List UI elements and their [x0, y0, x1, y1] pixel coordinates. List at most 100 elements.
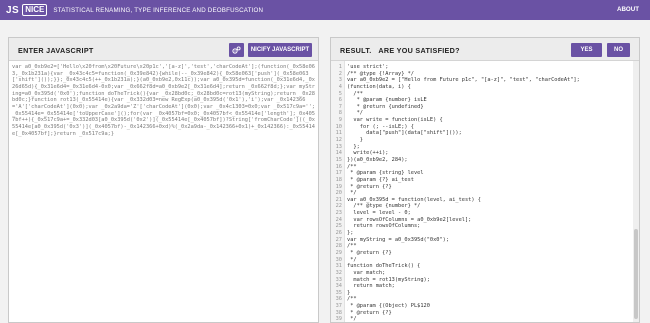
- line-number: 38: [335, 309, 342, 316]
- line-number: 18: [335, 176, 342, 183]
- code-line: 7 * @return {undefined}: [331, 104, 639, 111]
- nicify-button[interactable]: NICIFY JAVASCRIPT: [248, 43, 312, 57]
- code-line: 37 * @param {(Object) PL$120: [331, 303, 639, 310]
- code-text: data["push"](data["shift"]());: [347, 130, 462, 137]
- code-text: write(++i);: [347, 150, 389, 157]
- code-text: match = rot13(myString);: [347, 276, 430, 283]
- code-line: 15 })(a0_0xb9e2, 284);: [331, 157, 639, 164]
- code-text: }: [347, 289, 351, 296]
- yes-button[interactable]: YES: [571, 43, 602, 57]
- code-text: * @return {?}: [347, 309, 392, 316]
- code-text: 'use strict';: [347, 64, 389, 70]
- line-number: 36: [335, 296, 342, 303]
- line-number: 23: [335, 210, 342, 217]
- result-title: RESULT.: [340, 46, 372, 55]
- line-number: 19: [335, 183, 342, 190]
- code-line: 31 function doTheTrick() {: [331, 263, 639, 270]
- line-number: 33: [335, 276, 342, 283]
- code-text: }: [347, 137, 363, 144]
- line-number: 31: [335, 263, 342, 270]
- code-text: /**: [347, 296, 357, 303]
- code-line: 4 (function(data, i) {: [331, 84, 639, 91]
- line-number: 39: [335, 316, 342, 322]
- code-text: * @return {undefined}: [347, 103, 424, 110]
- code-line: 24 var rowsOfColumns = a0_0xb9e2[level];: [331, 217, 639, 224]
- code-line: 28 /**: [331, 243, 639, 250]
- jsnice-logo[interactable]: JS NICE: [6, 4, 48, 16]
- code-line: 26};: [331, 230, 639, 237]
- input-code: var a0_0xb9e2=['Hello\x20from\x20Future\…: [12, 64, 315, 137]
- logo-js: JS: [6, 4, 20, 16]
- line-number: 13: [335, 143, 342, 150]
- line-number: 30: [335, 256, 342, 263]
- code-line: 34 return match;: [331, 283, 639, 290]
- code-text: /** @type {!Array} */: [347, 70, 414, 77]
- code-line: 29 * @return {?}: [331, 250, 639, 257]
- code-text: */: [347, 256, 357, 263]
- line-number: 5: [338, 90, 342, 97]
- line-number: 20: [335, 190, 342, 197]
- logo-nice: NICE: [22, 4, 48, 16]
- line-number: 26: [335, 230, 342, 237]
- code-text: */: [347, 110, 363, 117]
- settings-button[interactable]: [229, 43, 244, 57]
- line-number: 15: [335, 156, 342, 163]
- line-number: 28: [335, 243, 342, 250]
- tagline: STATISTICAL RENAMING, TYPE INFERENCE AND…: [53, 6, 264, 14]
- line-number: 8: [338, 110, 342, 117]
- code-text: function doTheTrick() {: [347, 263, 421, 270]
- code-line: 25 return rowsOfColumns;: [331, 223, 639, 230]
- line-number: 14: [335, 150, 342, 157]
- line-number: 22: [335, 203, 342, 210]
- satisfied-question: ARE YOU SATISFIED?: [378, 46, 460, 55]
- input-panel: ENTER JAVASCRIPT NICIFY JAVASCRIPT var a…: [8, 37, 319, 323]
- code-line: 35}: [331, 290, 639, 297]
- code-line: 23 level = level - 0;: [331, 210, 639, 217]
- result-panel-header: RESULT. ARE YOU SATISFIED? YES NO: [331, 38, 639, 61]
- result-scrollbar[interactable]: [633, 61, 639, 322]
- result-code-lines: 1 'use strict'; 2 /** @type {!Array} */ 3 var…: [331, 64, 639, 322]
- line-number: 1: [338, 64, 342, 70]
- code-line: 32 var match;: [331, 270, 639, 277]
- code-text: };: [347, 230, 354, 237]
- code-line: 39 */: [331, 316, 639, 322]
- input-panel-title: ENTER JAVASCRIPT: [18, 46, 94, 55]
- no-button[interactable]: NO: [607, 43, 630, 57]
- code-text: /** @type {number} */: [347, 203, 421, 210]
- code-line: 10 for (; --isLE;) {: [331, 124, 639, 131]
- code-text: })(a0_0xb9e2, 284);: [347, 156, 408, 163]
- code-text: */: [347, 316, 357, 322]
- code-text: * @param {number} isLE: [347, 97, 427, 104]
- code-line: 17 * @param {string} level: [331, 170, 639, 177]
- line-number: 24: [335, 216, 342, 223]
- line-number: 32: [335, 269, 342, 276]
- code-line: 36 /**: [331, 296, 639, 303]
- code-text: };: [347, 143, 360, 150]
- code-text: * @param {?} ai_test: [347, 176, 414, 183]
- result-code-viewer[interactable]: 1 'use strict'; 2 /** @type {!Array} */ 3 var…: [331, 61, 639, 322]
- code-text: /**: [347, 90, 363, 97]
- code-line: 27 var myString = a0_0x395d("0x0");: [331, 237, 639, 244]
- code-text: (function(data, i) {: [347, 83, 411, 90]
- line-number: 21: [335, 196, 342, 203]
- code-text: * @param {(Object) PL$120: [347, 303, 430, 310]
- scrollbar-thumb[interactable]: [634, 229, 638, 319]
- line-number: 34: [335, 283, 342, 290]
- code-line: 20 */: [331, 190, 639, 197]
- about-link[interactable]: ABOUT: [617, 6, 639, 13]
- javascript-input-editor[interactable]: var a0_0xb9e2=['Hello\x20from\x20Future\…: [9, 61, 318, 322]
- line-number: 10: [335, 123, 342, 130]
- code-text: for (; --isLE;) {: [347, 123, 414, 130]
- code-text: return match;: [347, 283, 395, 290]
- code-line: 38 * @return {?}: [331, 310, 639, 317]
- code-line: 8 */: [331, 110, 639, 117]
- code-text: var a0_0x395d = function(level, ai_test)…: [347, 196, 481, 203]
- code-line: 3 var a0_0xb9e2 = ["Hello from Future p1c…: [331, 77, 639, 84]
- code-text: var rowsOfColumns = a0_0xb9e2[level];: [347, 216, 472, 223]
- line-number: 7: [338, 103, 342, 110]
- code-text: return rowsOfColumns;: [347, 223, 421, 230]
- code-line: 30 */: [331, 257, 639, 264]
- code-text: level = level - 0;: [347, 210, 411, 217]
- code-line: 19 * @return {?}: [331, 184, 639, 191]
- code-line: 33 match = rot13(myString);: [331, 277, 639, 284]
